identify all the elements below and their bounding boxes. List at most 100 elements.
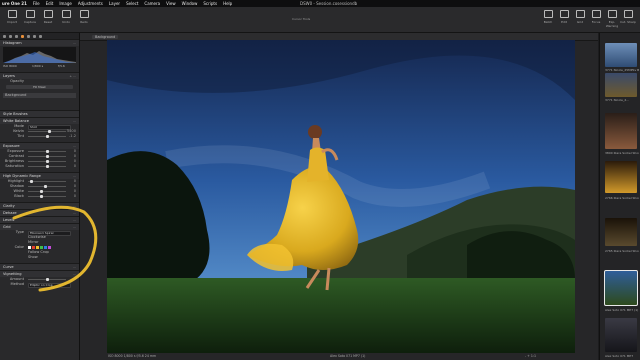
lens-tab-icon[interactable] [15,34,18,38]
library-tab-icon[interactable] [3,34,6,38]
hdr-header[interactable]: High Dynamic Range ⋯ [0,172,79,179]
batch-button[interactable]: Batch [540,10,556,24]
details-tab-icon[interactable] [33,34,36,38]
menu-edit[interactable]: Edit [46,0,54,7]
fill-mask-button[interactable]: Fill Mask [6,85,73,89]
panel-menu-icon[interactable]: ⋯ [73,40,76,46]
edit-button[interactable]: Edit [556,10,572,24]
cursor-tools-label: Cursor Tools [292,17,311,21]
white-balance-header[interactable]: White Balance ⋯ [0,117,79,124]
reset-icon [43,10,53,18]
zoom-level[interactable]: 1:1 [531,354,536,358]
capture-button[interactable]: Capture [22,10,38,24]
menu-adjustments[interactable]: Adjustments [78,0,103,7]
import-icon [7,10,17,18]
sharpen-icon [623,10,633,18]
vignetting-amount-slider[interactable] [28,278,66,281]
tint-slider[interactable] [28,135,66,138]
metadata-tab-icon[interactable] [39,34,42,38]
thumbnail-5[interactable] [605,218,637,246]
thumbnail-6-selected[interactable] [604,270,638,306]
zoom-in-button[interactable]: + [527,354,530,358]
main-photo[interactable] [107,40,575,353]
import-button[interactable]: Import [4,10,20,24]
dehaze-header[interactable]: Dehaze ⋯ [0,209,79,216]
clarity-header[interactable]: Clarity ⋯ [0,202,79,209]
levels-header[interactable]: Levels ⋯ [0,216,79,223]
menu-view[interactable]: View [166,0,176,7]
zoom-out-button[interactable]: - [525,354,526,358]
contrast-slider[interactable] [28,155,66,158]
menu-image[interactable]: Image [59,0,72,7]
style-brushes-header[interactable]: Style Brushes [0,110,79,117]
redo-button[interactable]: Redo [76,10,92,24]
layer-select[interactable]: Background [92,34,119,39]
histogram-graph [3,51,76,63]
reset-button[interactable]: Reset [40,10,56,24]
thumbnail-7[interactable] [605,318,637,352]
grid-header[interactable]: Grid ⋯ [0,223,79,230]
thumbnail-1[interactable] [605,43,637,67]
image-filename: Alex Soto 071 MP7 (1) [330,354,366,358]
swatch-white[interactable] [28,246,31,249]
thumbnail-3[interactable] [605,113,637,149]
curve-header[interactable]: Curve ⋯ [0,263,79,270]
black-slider[interactable] [28,195,66,198]
browser-panel: 3771 Nicole_25MPSv Blog 3771 Nicole_2...… [599,33,640,360]
undo-icon [61,10,71,18]
brightness-slider[interactable] [28,160,66,163]
vignetting-method-select[interactable]: Elliptic on Crop [28,282,71,288]
wb-tint-row: Tint -1.2 [17,134,76,138]
edit-icon [559,10,569,18]
exposure-tab-icon[interactable] [27,34,30,38]
menu-help[interactable]: Help [223,0,232,7]
thumbnail-4[interactable] [605,161,637,193]
capture-info: ISO 8000 1/800 s f/5.6 24 mm [108,354,157,358]
capture-tab-icon[interactable] [9,34,12,38]
redo-icon [79,10,89,18]
zoom-controls: - + 1:1 [525,353,536,360]
menu-camera[interactable]: Camera [144,0,160,7]
histogram-header[interactable]: Histogram ⋯ [0,39,79,46]
cut-sharp-button[interactable]: Cut. Sharp [620,10,636,24]
menu-layer[interactable]: Layer [109,0,120,7]
layers-header[interactable]: Layers + ⋯ [0,72,79,79]
menu-window[interactable]: Window [182,0,198,7]
thumbnail-4-label: 2766 Klara Sorkel Shoot [605,196,639,200]
undo-button[interactable]: Undo [58,10,74,24]
swatch-blue[interactable] [44,246,47,249]
highlight-slider[interactable] [28,180,66,183]
swatch-green[interactable] [40,246,43,249]
thumbnail-3-label: 3800 Klara Sorkel Shoot [605,151,639,155]
app-menu[interactable]: ure One 21 [2,0,27,7]
exposure-header[interactable]: Exposure ⋯ [0,142,79,149]
menu-file[interactable]: File [33,0,40,7]
kelvin-slider[interactable] [28,130,66,133]
menu-scripts[interactable]: Scripts [203,0,217,7]
color-tab-icon[interactable] [21,34,24,38]
swatch-yellow[interactable] [36,246,39,249]
menu-select[interactable]: Select [126,0,138,7]
viewer: Background ISO 8000 1/800 s f/5.6 24 mm … [80,33,598,360]
exposure-warning-button[interactable]: Exp. Warning [604,10,620,28]
layer-item-background[interactable]: Background [3,93,76,98]
histogram-info: ISO 8000 1/800 s f/5.6 [3,64,65,68]
grid-button[interactable]: Grid [572,10,588,24]
thumbnail-2[interactable] [605,73,637,97]
thumbnail-7-label: Alex Soto 071 MP7 [605,354,634,358]
saturation-slider[interactable] [28,165,66,168]
vignetting-method-row: Method Elliptic on Crop [0,282,79,288]
white-slider[interactable] [28,190,66,193]
focus-button[interactable]: Focus [588,10,604,24]
layers-opacity-row: Opacity [10,79,24,83]
swatch-magenta[interactable] [48,246,51,249]
photo-image [107,40,575,353]
thumbnail-2-label: 3771 Nicole_2... [605,98,630,102]
batch-icon [543,10,553,18]
shadow-slider[interactable] [28,185,66,188]
swatch-red[interactable] [32,246,35,249]
vignetting-header[interactable]: Vignetting ⋯ [0,270,79,277]
show-grid-checkbox[interactable]: Show [0,255,79,260]
exposure-slider[interactable] [28,150,66,153]
histogram [3,47,76,63]
